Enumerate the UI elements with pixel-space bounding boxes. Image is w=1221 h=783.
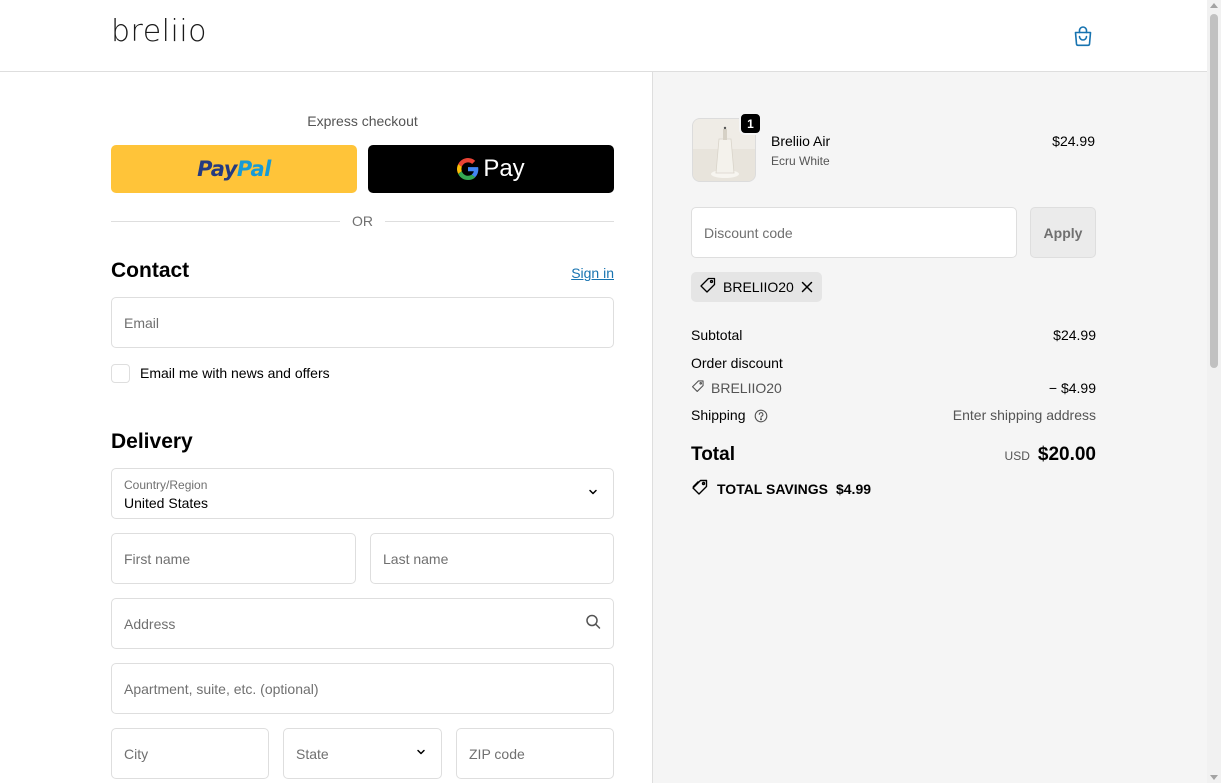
discount-code-row: BRELIIO20 − $4.99 — [691, 379, 1096, 396]
delivery-heading: Delivery — [111, 430, 193, 453]
newsletter-checkbox[interactable] — [111, 363, 130, 383]
quantity-badge: 1 — [739, 112, 762, 135]
discount-code-field[interactable] — [691, 207, 1017, 258]
zip-field[interactable] — [456, 728, 614, 779]
subtotal-label: Subtotal — [691, 327, 743, 343]
first-name-field[interactable] — [111, 533, 356, 584]
order-discount-label: Order discount — [691, 355, 783, 371]
shipping-row: Shipping Enter shipping address — [691, 407, 1096, 423]
site-header: breliio — [0, 0, 1207, 72]
last-name-field[interactable] — [370, 533, 614, 584]
google-pay-button[interactable]: Pay — [368, 145, 614, 193]
order-summary-column: 1 Breliio Air Ecru White $24.99 Apply BR… — [652, 72, 1207, 783]
discount-code-name: BRELIIO20 — [711, 379, 782, 396]
newsletter-label: Email me with news and offers — [140, 365, 330, 381]
contact-heading: Contact — [111, 259, 190, 282]
total-amount: $20.00 — [1037, 444, 1096, 465]
express-checkout-label: Express checkout — [307, 113, 418, 129]
close-icon[interactable] — [800, 280, 814, 294]
state-select[interactable]: State — [283, 728, 442, 779]
help-icon[interactable] — [754, 409, 768, 423]
email-input[interactable] — [112, 298, 613, 347]
shipping-label: Shipping — [691, 407, 746, 423]
shipping-value: Enter shipping address — [952, 407, 1096, 424]
chevron-down-icon — [587, 485, 599, 503]
last-name-input[interactable] — [371, 534, 613, 583]
or-divider: OR — [111, 212, 614, 230]
savings-label: TOTAL SAVINGS — [717, 480, 828, 497]
discount-value: − $4.99 — [1048, 379, 1096, 396]
currency-code: USD — [1004, 449, 1030, 463]
country-label: Country/Region — [124, 478, 208, 492]
country-select[interactable]: Country/Region United States — [111, 468, 614, 519]
city-input[interactable] — [112, 729, 268, 778]
paypal-button[interactable]: PayPal — [111, 145, 357, 193]
chevron-down-icon — [415, 745, 427, 763]
google-pay-label: Pay — [483, 155, 525, 182]
address-input[interactable] — [112, 599, 613, 648]
email-field[interactable] — [111, 297, 614, 348]
paypal-logo: PayPal — [197, 157, 271, 181]
zip-input[interactable] — [457, 729, 613, 778]
tag-icon — [699, 276, 717, 299]
scroll-down-arrow-icon[interactable] — [1210, 775, 1218, 780]
subtotal-row: Subtotal $24.99 — [691, 327, 1096, 343]
applied-code: BRELIIO20 — [723, 279, 794, 295]
order-discount-row: Order discount — [691, 355, 1096, 371]
checkout-form-column: Express checkout PayPal Pay OR Contact S… — [0, 72, 652, 783]
product-price: $24.99 — [1052, 133, 1095, 149]
product-name: Breliio Air — [771, 133, 831, 149]
subtotal-value: $24.99 — [1053, 327, 1096, 343]
first-name-input[interactable] — [112, 534, 355, 583]
checkout-page: breliio Express checkout PayPal Pay OR C… — [0, 0, 1221, 783]
search-icon — [585, 613, 601, 634]
newsletter-option: Email me with news and offers — [111, 363, 330, 383]
savings-value: $4.99 — [835, 480, 872, 497]
product-variant: Ecru White — [771, 154, 830, 168]
scroll-up-arrow-icon[interactable] — [1210, 3, 1218, 8]
applied-discount-chip: BRELIIO20 — [691, 272, 822, 302]
state-placeholder: State — [296, 745, 329, 762]
total-row: Total USD $20.00 — [691, 444, 1096, 466]
apartment-field[interactable] — [111, 663, 614, 714]
google-g-icon — [457, 158, 479, 180]
total-savings-row: TOTAL SAVINGS $4.99 — [691, 478, 871, 499]
total-label: Total — [691, 444, 735, 465]
shopping-bag-icon[interactable] — [1071, 24, 1095, 48]
page-scrollbar[interactable] — [1207, 0, 1221, 783]
apply-discount-button[interactable]: Apply — [1030, 207, 1096, 258]
savings-tag-icon — [691, 478, 709, 499]
tag-icon — [691, 379, 705, 396]
sign-in-link[interactable]: Sign in — [540, 265, 614, 281]
scroll-thumb[interactable] — [1210, 14, 1218, 368]
city-field[interactable] — [111, 728, 269, 779]
apartment-input[interactable] — [112, 664, 613, 713]
brand-logo[interactable]: breliio — [111, 14, 207, 49]
country-value: United States — [124, 495, 209, 511]
address-field[interactable] — [111, 598, 614, 649]
discount-code-input[interactable] — [692, 208, 1016, 257]
